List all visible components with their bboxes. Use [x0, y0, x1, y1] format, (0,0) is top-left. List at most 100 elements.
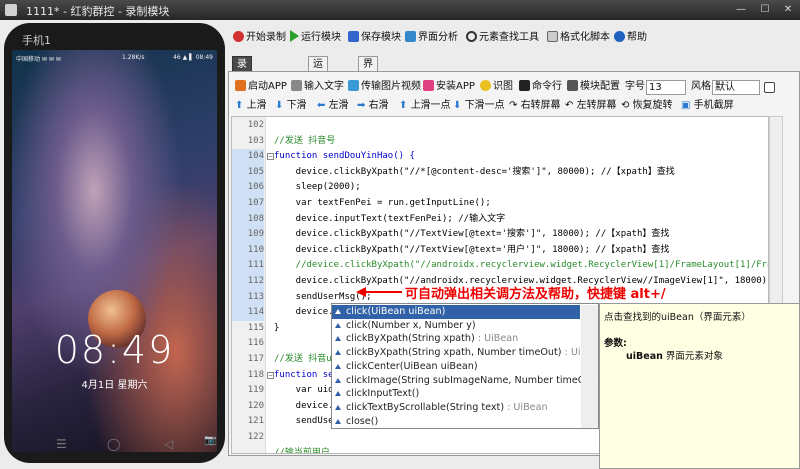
swipe-up-button[interactable]: ⬆ 上滑: [235, 97, 267, 115]
method-icon: [335, 336, 341, 342]
phone-preview[interactable]: 手机1 中国移动 ✉ ✉ ✉ 1.28K/s 46 ▲ ▌ 08:49 08:4…: [4, 23, 225, 463]
line-number: 113: [232, 289, 264, 306]
method-params: String xpath, Number timeOut: [411, 347, 558, 359]
method-params: Number x, Number y: [371, 319, 472, 331]
method-params: String text: [449, 401, 501, 413]
autocomplete-item[interactable]: click(Number x, Number y): [332, 319, 580, 333]
restore-rotation-button[interactable]: ⟲ 恢复旋转: [621, 97, 673, 115]
lock-clock: 08:49: [54, 328, 175, 372]
method-name: clickTextByScrollable: [346, 401, 446, 413]
method-return: : UiBean: [474, 333, 519, 345]
restore-icon: ⟲: [621, 100, 633, 111]
method-name: click: [346, 306, 368, 317]
package-icon: [423, 80, 434, 91]
back-icon[interactable]: ◁: [164, 437, 173, 451]
play-icon: [290, 30, 299, 42]
method-name: clickCenter: [346, 360, 400, 372]
arrow-up-icon: ⬆: [399, 100, 411, 111]
autocomplete-item[interactable]: clickInputText(): [332, 387, 580, 401]
input-text-button[interactable]: 输入文字: [291, 78, 344, 96]
style-select[interactable]: 默认: [712, 80, 760, 95]
method-name: clickByXpath: [346, 333, 409, 345]
minimize-button[interactable]: —: [728, 2, 754, 17]
method-return: : UiBean: [504, 401, 548, 413]
line-number: 112: [232, 274, 264, 290]
font-size-select[interactable]: 13: [646, 80, 686, 95]
fold-toggle-icon[interactable]: −: [267, 371, 274, 379]
cmd-button[interactable]: 命令行: [519, 78, 562, 96]
swipe-down-point-button[interactable]: ⬇ 下滑一点: [453, 97, 505, 115]
arrow-down-icon: ⬇: [453, 100, 465, 111]
autocomplete-item[interactable]: click(UiBean uiBean): [332, 305, 580, 320]
tab-ui-analysis[interactable]: 界面分析: [358, 56, 378, 115]
keyboard-toggle-icon[interactable]: [764, 82, 775, 93]
app-icon: [235, 80, 246, 91]
autocomplete-item[interactable]: close(): [332, 415, 580, 429]
line-number: 102: [247, 120, 264, 130]
popup-scrollbar[interactable]: [581, 305, 598, 428]
format-script-button[interactable]: 格式化脚本: [547, 29, 610, 47]
method-icon: [335, 391, 341, 397]
arrow-up-icon: ⬆: [235, 100, 247, 111]
save-module-button[interactable]: 保存模块: [348, 29, 401, 47]
code-line: function se: [274, 369, 334, 380]
record-icon: [233, 31, 244, 42]
line-gutter: 102 103 104 105 106 107 108 109 110 111 112 113 114 1…: [232, 117, 266, 453]
method-name: clickInputText: [346, 388, 412, 400]
line-number: 120: [247, 400, 264, 411]
menu-icon[interactable]: ☰: [56, 437, 67, 451]
doc-param: uiBean 界面元素对象: [626, 351, 723, 362]
autocomplete-item[interactable]: clickCenter(UiBean uiBean): [332, 360, 580, 374]
autocomplete-item[interactable]: clickByXpath(String xpath) : UiBean: [332, 332, 580, 346]
status-right: 46 ▲ ▌ 08:49: [173, 54, 213, 61]
element-finder-button[interactable]: 元素查找工具: [466, 29, 539, 47]
ui-analysis-button[interactable]: 界面分析: [405, 29, 458, 47]
tab-source-code[interactable]: 录制模块源代码: [232, 56, 252, 160]
app-window: 1111* - 红豹群控 - 录制模块 — ☐ ✕ 手机1 中国移动 ✉ ✉ ✉…: [0, 0, 800, 469]
code-line: }: [274, 322, 280, 333]
launch-app-button[interactable]: 启动APP: [235, 78, 287, 96]
rotate-right-button[interactable]: ↷ 右转屏幕: [509, 97, 561, 115]
line-number: 118: [247, 369, 264, 380]
tab-run-log[interactable]: 运行日志: [308, 56, 328, 115]
autocomplete-item[interactable]: clickImage(String subImageName, Number t…: [332, 374, 605, 388]
arrow-right-icon: ➡: [357, 100, 369, 111]
close-button[interactable]: ✕: [775, 2, 800, 17]
home-icon[interactable]: ◯: [107, 437, 120, 451]
run-module-button[interactable]: 运行模块: [290, 29, 341, 47]
fold-toggle-icon[interactable]: −: [267, 153, 274, 161]
autocomplete-item[interactable]: clickTextByScrollable(String text) : UiB…: [332, 401, 580, 415]
code-line: function sendDouYinHao() {: [274, 151, 415, 162]
swipe-up-point-button[interactable]: ⬆ 上滑一点: [399, 97, 451, 115]
swipe-down-button[interactable]: ⬇ 下滑: [275, 97, 307, 115]
keyboard-icon: [291, 80, 302, 91]
line-number: 115: [247, 322, 264, 333]
method-name: click: [346, 319, 368, 331]
help-button[interactable]: 帮助: [614, 29, 647, 47]
line-number: 106: [232, 180, 264, 196]
screenshot-button[interactable]: ▣ 手机截屏: [681, 97, 734, 115]
swipe-left-button[interactable]: ⬅ 左滑: [317, 97, 349, 115]
line-number: 108: [232, 211, 264, 228]
module-config-button[interactable]: 模块配置: [567, 78, 620, 96]
ocr-button[interactable]: 识图: [480, 78, 513, 96]
start-record-button[interactable]: 开始录制: [233, 29, 286, 47]
autocomplete-item[interactable]: clickByXpath(String xpath, Number timeOu…: [332, 346, 605, 360]
rotate-left-button[interactable]: ↶ 左转屏幕: [565, 97, 617, 115]
phone-screen[interactable]: 中国移动 ✉ ✉ ✉ 1.28K/s 46 ▲ ▌ 08:49 08:49 4月…: [12, 50, 217, 452]
swipe-right-button[interactable]: ➡ 右滑: [357, 97, 389, 115]
install-app-button[interactable]: 安装APP: [423, 78, 475, 96]
code-line: //发送 抖音u: [274, 354, 332, 364]
autocomplete-popup[interactable]: click(UiBean uiBean) click(Number x, Numb…: [331, 303, 605, 429]
method-icon: [335, 309, 341, 314]
method-icon: [335, 363, 341, 369]
font-size-label: 字号: [625, 81, 645, 92]
config-icon: [567, 80, 578, 91]
line-number: 104: [232, 149, 264, 165]
rotate-left-icon: ↶: [565, 100, 577, 111]
line-number: 110: [232, 242, 264, 259]
upload-media-button[interactable]: 传输图片视频: [348, 78, 421, 96]
line-number: 103: [247, 135, 264, 146]
code-line: device.clickByXpath("//*[@content-desc='…: [274, 166, 675, 177]
app-icon: [5, 4, 17, 16]
